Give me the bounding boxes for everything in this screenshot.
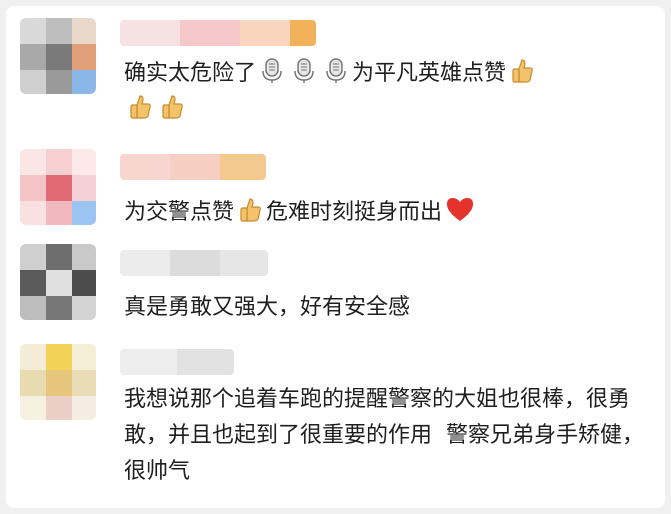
red-heart-icon: [446, 197, 474, 223]
comment-text: 确实太危险了 为平凡英雄点赞: [124, 56, 646, 128]
commenter-name[interactable]: [120, 154, 266, 180]
comment-text-part: 为平凡英雄点赞: [352, 61, 507, 86]
commenter-name[interactable]: [120, 349, 234, 375]
avatar[interactable]: [20, 149, 96, 225]
comment-text-part: 真是勇敢又强大，好有安全感: [124, 295, 411, 320]
comment-list: 确实太危险了 为平凡英雄点赞 为交警点赞 危难时刻挺身而出 真是勇敢又强大，好有…: [6, 6, 665, 508]
thumbs-up-icon: [510, 58, 534, 84]
thumbs-up-icon: [238, 197, 262, 223]
comment-text-part: 确实太危险了: [124, 61, 257, 86]
microphone-icon: [260, 58, 284, 84]
microphone-icon: [292, 58, 316, 84]
thumbs-up-icon: [160, 94, 184, 120]
comment-text: 我想说那个追着车跑的提醒警察的大姐也很棒，很勇敢，并且也起到了很重要的作用 警察…: [124, 382, 646, 490]
avatar[interactable]: [20, 18, 96, 94]
comment-text: 真是勇敢又强大，好有安全感: [124, 290, 646, 326]
microphone-icon: [324, 58, 348, 84]
commenter-name[interactable]: [120, 20, 316, 46]
thumbs-up-icon: [128, 94, 152, 120]
commenter-name[interactable]: [120, 250, 268, 276]
avatar[interactable]: [20, 244, 96, 320]
avatar[interactable]: [20, 344, 96, 420]
comment-text: 为交警点赞 危难时刻挺身而出: [124, 195, 646, 231]
comment-text-part: 危难时刻挺身而出: [266, 200, 443, 225]
comment-text-part: 我想说那个追着车跑的提醒警察的大姐也很棒，很勇敢，并且也起到了很重要的作用 警察…: [124, 387, 644, 484]
comment-text-part: 为交警点赞: [124, 200, 235, 225]
